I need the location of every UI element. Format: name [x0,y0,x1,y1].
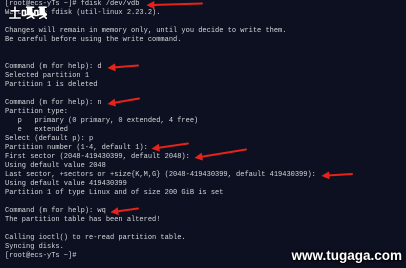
shell-command-line: [root@ecs-yTs ~]# fdisk /dev/vdb [5,0,140,8]
input-prompt-line: Last sector, +sectors or +size{K,M,G} (2… [5,171,316,179]
warning-line: Changes will remain in memory only, unti… [5,27,287,35]
fdisk-prompt-write: Command (m for help): wq [5,207,106,215]
terminal-screen[interactable]: [root@ecs-yTs ~]# fdisk /dev/vdb Welcome… [0,0,406,268]
input-prompt-line: Partition number (1-4, default 1): [5,144,148,152]
watermark-url: www.tugaga.com [291,248,402,263]
output-line: Selected partition 1 [5,72,90,80]
fdisk-welcome-line: Welcome to fdisk (util-linux 2.23.2). [5,9,161,17]
output-line: Calling ioctl() to re-read partition tab… [5,234,186,242]
output-line: Partition 1 of type Linux and of size 20… [5,189,224,197]
output-line: The partition table has been altered! [5,216,161,224]
watermark-logo [9,6,47,20]
partition-type-option: p primary (0 primary, 0 extended, 4 free… [5,117,199,125]
fdisk-prompt-new: Command (m for help): n [5,99,102,107]
output-line: Using default value 2048 [5,162,106,170]
partition-type-heading: Partition type: [5,108,69,116]
partition-type-option: e extended [5,126,69,134]
output-line: Using default value 419430399 [5,180,127,188]
warning-line: Be careful before using the write comman… [5,36,182,44]
fdisk-prompt-delete: Command (m for help): d [5,63,102,71]
input-prompt-line: First sector (2048-419430399, default 20… [5,153,190,161]
output-line: Partition 1 is deleted [5,81,98,89]
input-prompt-line: Select (default p): p [5,135,94,143]
